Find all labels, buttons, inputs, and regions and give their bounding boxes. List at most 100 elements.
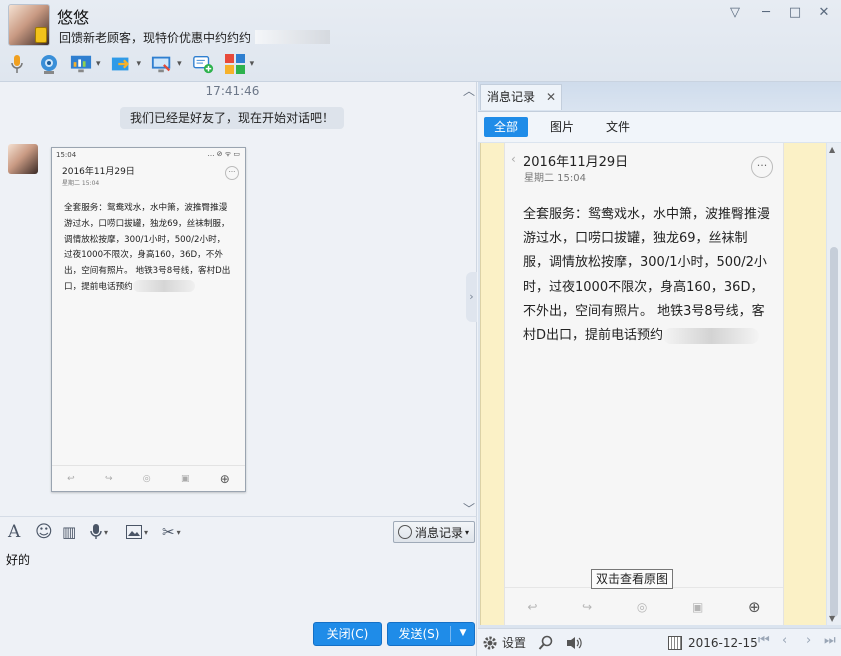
- send-bar: 关闭(C) 发送(S) ▼: [0, 620, 477, 656]
- close-button[interactable]: 关闭(C): [313, 622, 382, 646]
- apps-icon: [224, 53, 246, 75]
- message-history-button[interactable]: 消息记录 ▾: [393, 521, 475, 543]
- contact-name[interactable]: 悠悠: [57, 4, 89, 28]
- history-filter-bar: 全部 图片 文件: [478, 111, 841, 142]
- apps-caret[interactable]: ▾: [250, 59, 255, 69]
- screenshot-caret[interactable]: ▾: [177, 528, 181, 537]
- picture-icon: ▣: [692, 599, 704, 614]
- phone-note-weekday: 星期二 15:04: [62, 180, 100, 187]
- contact-avatar[interactable]: [8, 4, 50, 46]
- redo-icon: ↪: [104, 473, 113, 484]
- back-icon: ‹: [511, 152, 516, 166]
- screen-share-button[interactable]: ▾: [70, 51, 101, 77]
- image-icon: [126, 525, 142, 539]
- minimize-icon[interactable]: ─: [757, 4, 775, 22]
- font-icon[interactable]: A: [8, 522, 20, 542]
- history-tab-close-icon[interactable]: ✕: [546, 85, 556, 109]
- title-bar: 悠悠 回馈新老顾客，现特价优惠中约约约 ▽ ─ □ ✕ ▾ ▾ ▾ ▾: [0, 0, 841, 82]
- gif-icon[interactable]: ▥: [62, 523, 76, 541]
- send-options-icon[interactable]: ▼: [454, 623, 472, 644]
- camera-icon: ◎: [142, 473, 151, 484]
- signature-blur: [255, 30, 330, 44]
- phone-note-body: 全套服务：鸳鸯戏水，水中箫，波推臀推漫游过水，口唠口拔罐，独龙69，丝袜制服，调…: [52, 186, 245, 296]
- prev-page-icon[interactable]: ‹: [782, 633, 787, 648]
- camera-icon: ◎: [636, 599, 648, 614]
- history-note-weekday: 星期二 15:04: [524, 173, 586, 184]
- image-button[interactable]: ▾: [126, 523, 148, 541]
- scroll-up-icon[interactable]: ▲: [829, 145, 835, 154]
- splitter-handle[interactable]: ›: [466, 272, 477, 322]
- remote-desktop-caret[interactable]: ▾: [177, 59, 182, 69]
- phone-note-text: 全套服务：鸳鸯戏水，水中箫，波推臀推漫游过水，口唠口拔罐，独龙69，丝袜制服，调…: [64, 203, 231, 292]
- voice-message-button[interactable]: ▾: [90, 523, 108, 541]
- phone-status-bar: 15:04 … ⊘ ᯤ ▭: [52, 148, 245, 162]
- add-chat-button[interactable]: [192, 51, 214, 77]
- microphone-icon: [6, 53, 28, 75]
- file-transfer-caret[interactable]: ▾: [137, 59, 142, 69]
- phone-note-footer: ↩ ↪ ◎ ▣ ⊕: [52, 465, 245, 491]
- emoji-icon[interactable]: ☺: [35, 522, 53, 542]
- screen-share-caret[interactable]: ▾: [96, 59, 101, 69]
- history-tab[interactable]: 消息记录 ✕: [480, 84, 562, 110]
- message-timestamp: 17:41:46: [205, 84, 260, 98]
- history-footer: 设置 2016-12-15 ⏮ ‹ › ⏭: [478, 628, 841, 656]
- message-input[interactable]: 好的: [0, 546, 477, 620]
- voice-caret[interactable]: ▾: [104, 528, 108, 537]
- gear-icon: [483, 636, 497, 650]
- first-page-icon[interactable]: ⏮: [758, 633, 770, 648]
- last-page-icon[interactable]: ⏭: [824, 633, 836, 648]
- collapse-up-icon[interactable]: ︿: [463, 82, 475, 99]
- message-input-text[interactable]: 好的: [6, 551, 30, 568]
- chat-toolbar: ▾ ▾ ▾ ▾: [6, 50, 264, 78]
- send-button[interactable]: 发送(S) ▼: [387, 622, 475, 646]
- filter-files[interactable]: 文件: [596, 117, 640, 137]
- image-message[interactable]: 15:04 … ⊘ ᯤ ▭ 2016年11月29日 星期二 15:04 ··· …: [51, 147, 246, 492]
- sound-button[interactable]: [566, 634, 582, 652]
- search-button[interactable]: [538, 634, 554, 652]
- date-picker[interactable]: 2016-12-15: [668, 634, 758, 652]
- video-call-button[interactable]: [38, 51, 60, 77]
- menu-icon[interactable]: ▽: [726, 4, 744, 22]
- phone-status-time: 15:04: [56, 151, 77, 159]
- undo-icon: ↩: [67, 473, 75, 484]
- close-icon[interactable]: ✕: [815, 4, 833, 22]
- history-scrollbar[interactable]: ▲ ▼: [827, 143, 841, 625]
- more-icon: ···: [225, 166, 239, 180]
- scissors-icon: ✂: [162, 523, 175, 541]
- scroll-thumb[interactable]: [830, 247, 838, 617]
- maximize-icon[interactable]: □: [786, 4, 804, 22]
- filter-images[interactable]: 图片: [540, 117, 584, 137]
- phone-blur: [132, 280, 195, 293]
- next-page-icon[interactable]: ›: [806, 633, 811, 648]
- clock-icon: [398, 525, 412, 539]
- remote-desktop-button[interactable]: ▾: [151, 51, 182, 77]
- send-button-label[interactable]: 发送(S): [388, 623, 450, 645]
- sender-avatar[interactable]: [8, 144, 38, 174]
- message-pane: 17:41:46 ︿ 我们已经是好友了，现在开始对话吧！ 15:04 … ⊘ ᯤ…: [0, 82, 477, 516]
- filter-all[interactable]: 全部: [484, 117, 529, 137]
- history-image[interactable]: ‹ 2016年11月29日 星期二 15:04 ··· 全套服务：鸳鸯戏水，水中…: [504, 143, 784, 625]
- voice-call-button[interactable]: [6, 51, 28, 77]
- screen-share-icon: [70, 53, 92, 75]
- collapse-down-icon[interactable]: ﹀: [463, 500, 475, 517]
- history-note-footer: ↩ ↪ ◎ ▣ ⊕: [505, 587, 783, 625]
- history-note-body: 全套服务：鸳鸯戏水，水中箫，波推臀推漫游过水，口唠口拔罐，独龙69，丝袜制服，调…: [523, 203, 773, 348]
- search-icon: [538, 635, 553, 650]
- zoom-icon: ⊕: [748, 597, 761, 616]
- contact-signature: 回馈新老顾客，现特价优惠中约约约: [59, 31, 252, 45]
- file-transfer-button[interactable]: ▾: [111, 51, 142, 77]
- scroll-down-icon[interactable]: ▼: [829, 614, 835, 623]
- settings-button[interactable]: 设置: [482, 634, 526, 652]
- apps-button[interactable]: ▾: [224, 51, 255, 77]
- more-icon: ···: [751, 156, 773, 178]
- screenshot-button[interactable]: ✂ ▾: [162, 523, 181, 541]
- calendar-icon: [668, 636, 682, 650]
- image-caret[interactable]: ▾: [144, 528, 148, 537]
- phone-note-header: 2016年11月29日 星期二 15:04 ···: [52, 162, 245, 187]
- system-message: 我们已经是好友了，现在开始对话吧！: [120, 107, 345, 129]
- settings-label: 设置: [502, 636, 527, 650]
- input-toolbar: A ☺ ▥ ▾ ▾ ✂ ▾ 消息记录 ▾: [0, 516, 477, 546]
- tooltip: 双击查看原图: [591, 569, 674, 589]
- speaker-icon: [567, 637, 582, 649]
- zoom-icon: ⊕: [219, 471, 230, 486]
